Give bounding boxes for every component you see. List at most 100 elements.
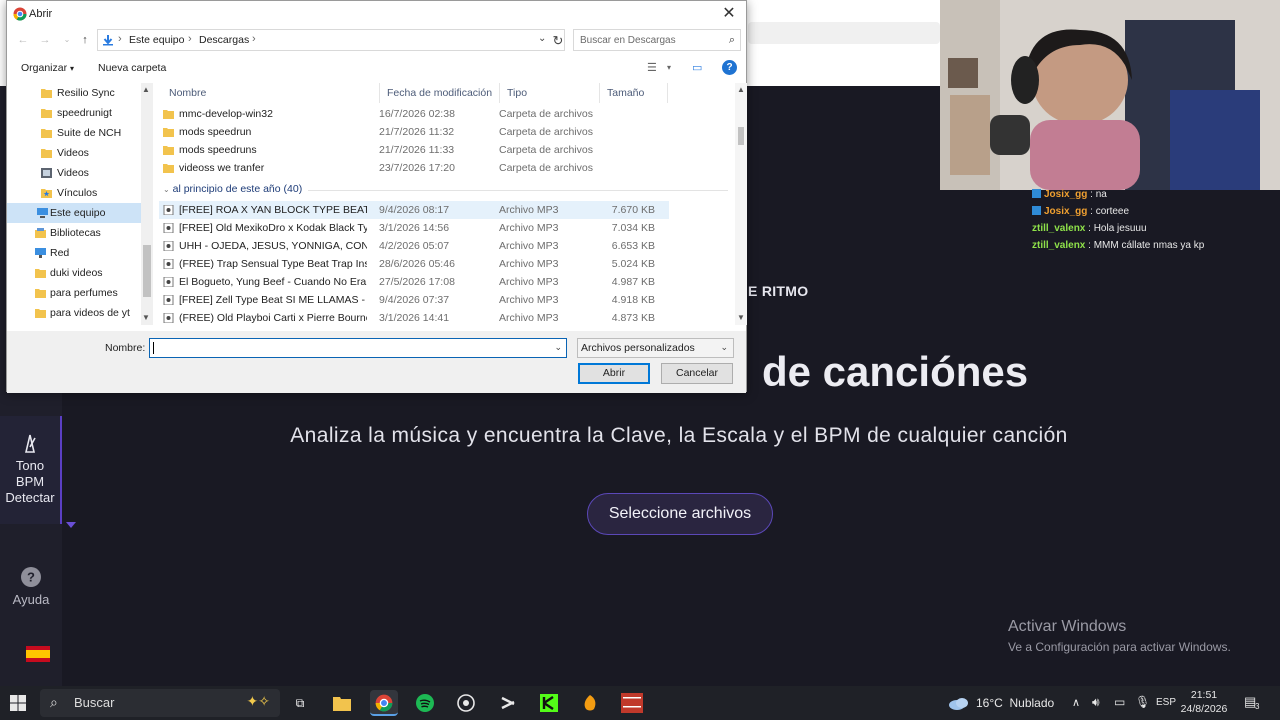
file-explorer-icon[interactable]: [328, 690, 356, 716]
cancel-button[interactable]: Cancelar: [661, 363, 733, 384]
chrome-taskbar-icon[interactable]: [370, 690, 398, 716]
forward-arrow-icon[interactable]: →: [37, 31, 53, 49]
file-type-filter[interactable]: Archivos personalizados ⌄: [577, 338, 734, 358]
nav-item-videos-library[interactable]: Videos: [7, 163, 147, 183]
file-row-mp3[interactable]: [FREE] Old MexikoDro x Kodak Black Typ..…: [159, 219, 669, 237]
breadcrumb-este-equipo[interactable]: Este equipo: [129, 34, 184, 46]
tray-chevron-icon[interactable]: ∧: [1072, 696, 1080, 720]
mp3-file-icon: [163, 223, 174, 233]
nav-item-speedrunigt[interactable]: speedrunigt: [7, 103, 147, 123]
nav-item-suite-nch[interactable]: Suite de NCH: [7, 123, 147, 143]
view-options-icon[interactable]: ☰: [647, 61, 657, 74]
preview-pane-icon[interactable]: ▭: [692, 61, 702, 74]
column-header-name[interactable]: Nombre: [169, 87, 206, 99]
column-header-size[interactable]: Tamaño: [607, 87, 644, 99]
search-input[interactable]: Buscar en Descargas ⌕: [573, 29, 741, 51]
task-view-icon[interactable]: ⧉: [286, 690, 314, 716]
page-search-bar[interactable]: [748, 22, 940, 44]
address-dropdown-icon[interactable]: ⌄: [538, 33, 546, 44]
column-header-type[interactable]: Tipo: [507, 87, 527, 99]
organize-button[interactable]: Organizar ▾: [21, 62, 74, 74]
chat-username: ztill_valenx: [1032, 223, 1086, 234]
mp3-file-icon: [163, 277, 174, 287]
open-button[interactable]: Abrir: [578, 363, 650, 384]
breadcrumb-descargas[interactable]: Descargas: [199, 34, 249, 46]
column-divider[interactable]: [499, 83, 500, 103]
group-header[interactable]: ⌄ al principio de este año (40): [163, 183, 302, 195]
close-icon[interactable]: ✕: [718, 4, 740, 24]
sidebar-item-help[interactable]: ? Ayuda: [0, 566, 62, 616]
view-chevron-icon[interactable]: ▾: [667, 63, 671, 72]
address-bar[interactable]: › Este equipo › Descargas › ⌄ ↻: [97, 29, 565, 51]
file-row-mp3[interactable]: (FREE) Trap Sensual Type Beat Trap Instr…: [159, 255, 669, 273]
spotify-icon[interactable]: [411, 690, 439, 716]
file-scroll-thumb[interactable]: [738, 127, 744, 145]
up-arrow-icon[interactable]: ↑: [77, 31, 93, 49]
sidebar-label-key-bpm: Tono BPM Detectar: [5, 458, 55, 505]
nav-item-para-perfumes[interactable]: para perfumes: [7, 283, 147, 303]
file-row-mp3[interactable]: UHH - OJEDA, JESUS, YONNIGA, CONDO... 4/2…: [159, 237, 669, 255]
filename-input[interactable]: ⌄: [149, 338, 567, 358]
nav-scroll-thumb[interactable]: [143, 245, 151, 297]
scroll-down-icon[interactable]: ▼: [737, 313, 745, 322]
taskbar-search[interactable]: ⌕ Buscar ✦✧: [40, 689, 280, 717]
recent-chevron-icon[interactable]: ⌄: [59, 31, 75, 49]
nav-pane-scrollbar[interactable]: ▲ ▼: [141, 83, 153, 325]
group-collapse-chevron-icon[interactable]: ⌄: [163, 185, 170, 194]
mp3-file-icon: [163, 259, 174, 269]
file-row-folder[interactable]: mods speedruns 21/7/2026 11:33 Carpeta de …: [159, 141, 669, 159]
file-size: 4.873 KB: [611, 312, 655, 324]
kick-icon[interactable]: [535, 690, 563, 716]
sidebar-scroll-caret-icon[interactable]: [66, 522, 76, 528]
organize-label: Organizar: [21, 62, 68, 74]
network-tray-icon[interactable]: ▭: [1114, 695, 1125, 720]
refresh-icon[interactable]: ↻: [550, 32, 566, 50]
nav-item-vinculos[interactable]: Vínculos: [7, 183, 147, 203]
nav-item-duki-videos[interactable]: duki videos: [7, 263, 147, 283]
breadcrumb-separator-icon: ›: [118, 33, 122, 45]
file-row-mp3[interactable]: [FREE] Zell Type Beat SI ME LLAMAS - I..…: [159, 291, 669, 309]
capcut-icon[interactable]: [494, 690, 522, 716]
taskbar-clock[interactable]: 21:51 24/8/2026: [1180, 688, 1228, 716]
file-row-folder[interactable]: mmc-develop-win32 16/7/2026 02:38 Carpeta …: [159, 105, 669, 123]
file-row-mp3[interactable]: [FREE] ROA X YAN BLOCK TYPE BEAT - V... 9…: [159, 201, 669, 219]
chat-message: ztill_valenx : Hola jesuuu: [1032, 220, 1280, 237]
microphone-icon[interactable]: 🎙︎: [1135, 695, 1150, 720]
file-list-scrollbar[interactable]: ▲ ▼: [735, 83, 747, 325]
file-name: mods speedruns: [179, 144, 257, 156]
nav-item-este-equipo[interactable]: Este equipo: [7, 203, 147, 223]
select-files-button[interactable]: Seleccione archivos: [587, 493, 773, 535]
nav-item-bibliotecas[interactable]: Bibliotecas: [7, 223, 147, 243]
file-row-mp3[interactable]: El Bogueto, Yung Beef - Cuando No Era ..…: [159, 273, 669, 291]
filter-dropdown-icon[interactable]: ⌄: [720, 342, 728, 353]
file-row-mp3[interactable]: (FREE) Old Playboi Carti x Pierre Bourne…: [159, 309, 669, 325]
voicemeeter-icon[interactable]: [618, 690, 646, 716]
dialog-titlebar[interactable]: Abrir ✕: [7, 1, 746, 27]
back-arrow-icon[interactable]: ←: [15, 31, 31, 49]
notification-icon[interactable]: ▤ 3: [1244, 694, 1259, 720]
speaker-icon[interactable]: 🔊︎: [1092, 695, 1100, 720]
scroll-up-icon[interactable]: ▲: [142, 85, 150, 94]
scroll-down-icon[interactable]: ▼: [142, 313, 150, 322]
help-icon[interactable]: ?: [722, 60, 737, 75]
nav-item-videos[interactable]: Videos: [7, 143, 147, 163]
nav-item-red[interactable]: Red: [7, 243, 147, 263]
filename-dropdown-icon[interactable]: ⌄: [554, 342, 562, 353]
file-row-folder[interactable]: mods speedrun 21/7/2026 11:32 Carpeta de a…: [159, 123, 669, 141]
nav-item-para-videos-yt[interactable]: para videos de yt: [7, 303, 147, 323]
obs-icon[interactable]: [452, 690, 480, 716]
file-name: UHH - OJEDA, JESUS, YONNIGA, CONDO...: [179, 240, 367, 252]
svg-text:?: ?: [27, 570, 35, 585]
column-divider[interactable]: [667, 83, 668, 103]
scroll-up-icon[interactable]: ▲: [737, 85, 745, 94]
column-header-date[interactable]: Fecha de modificación: [387, 87, 492, 99]
new-folder-button[interactable]: Nueva carpeta: [98, 62, 166, 74]
file-row-folder[interactable]: videoss we tranfer 23/7/2026 17:20 Carpeta…: [159, 159, 669, 177]
fl-studio-icon[interactable]: [576, 690, 604, 716]
column-divider[interactable]: [379, 83, 380, 103]
spain-flag-icon[interactable]: [26, 646, 50, 662]
windows-start-icon[interactable]: [10, 695, 26, 711]
column-divider[interactable]: [599, 83, 600, 103]
nav-item-resilio-sync[interactable]: Resilio Sync: [7, 83, 147, 103]
language-indicator[interactable]: ESP: [1156, 697, 1176, 720]
